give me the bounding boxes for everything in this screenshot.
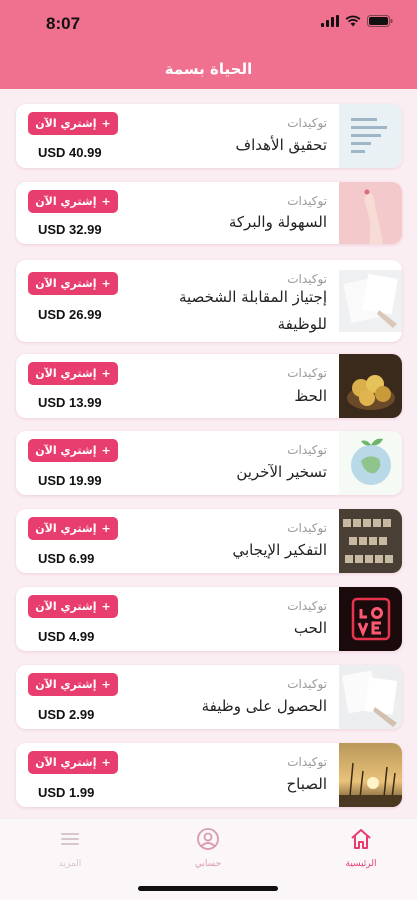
app-header: 8:07 الحياة بسمة <box>0 0 417 89</box>
buy-now-label: إشتري الآن <box>35 444 97 457</box>
plus-icon: + <box>101 367 111 380</box>
product-card[interactable]: توكيدات الحصول على وظيفة إشتري الآن + US… <box>16 665 402 729</box>
buy-now-button[interactable]: إشتري الآن + <box>28 595 118 618</box>
product-title: الحظ <box>294 387 327 405</box>
product-title: الحصول على وظيفة <box>201 697 327 715</box>
product-title: الحب <box>293 619 327 637</box>
product-price: USD 1.99 <box>38 785 95 800</box>
product-card[interactable]: توكيدات إجتياز المقابلة الشخصية للوظيفة … <box>16 260 402 342</box>
buy-now-button[interactable]: إشتري الآن + <box>28 751 118 774</box>
product-category: توكيدات <box>287 443 327 457</box>
product-thumbnail <box>339 665 402 729</box>
product-thumbnail <box>339 509 402 573</box>
product-category: توكيدات <box>287 366 327 380</box>
product-card[interactable]: توكيدات السهولة والبركة إشتري الآن + USD… <box>16 182 402 244</box>
product-card[interactable]: توكيدات الصباح إشتري الآن + USD 1.99 <box>16 743 402 807</box>
buy-now-button[interactable]: إشتري الآن + <box>28 112 118 135</box>
product-price: USD 32.99 <box>38 222 102 237</box>
product-category: توكيدات <box>287 755 327 769</box>
wifi-icon <box>345 15 361 27</box>
buy-now-label: إشتري الآن <box>35 678 97 691</box>
home-indicator <box>138 886 278 891</box>
product-thumbnail <box>339 104 402 168</box>
product-title: تحقيق الأهداف <box>235 136 327 154</box>
buy-now-label: إشتري الآن <box>35 522 97 535</box>
product-price: USD 40.99 <box>38 145 102 160</box>
product-card[interactable]: توكيدات تسخير الآخرين إشتري الآن + USD 1… <box>16 431 402 495</box>
tab-home[interactable]: الرئيسية <box>321 827 401 869</box>
plus-icon: + <box>101 444 111 457</box>
plus-icon: + <box>101 195 111 208</box>
tab-account-label: حسابي <box>194 859 222 869</box>
product-card[interactable]: توكيدات التفكير الإيجابي إشتري الآن + US… <box>16 509 402 573</box>
product-category: توكيدات <box>287 194 327 208</box>
plus-icon: + <box>101 117 111 130</box>
product-price: USD 2.99 <box>38 707 95 722</box>
product-category: توكيدات <box>287 521 327 535</box>
buy-now-label: إشتري الآن <box>35 117 97 130</box>
product-thumbnail <box>339 587 402 651</box>
buy-now-button[interactable]: إشتري الآن + <box>28 190 118 213</box>
buy-now-label: إشتري الآن <box>35 195 97 208</box>
product-card[interactable]: توكيدات الحظ إشتري الآن + USD 13.99 <box>16 354 402 418</box>
buy-now-button[interactable]: إشتري الآن + <box>28 362 118 385</box>
product-title: إجتياز المقابلة الشخصية للوظيفة <box>179 288 327 333</box>
battery-icon <box>367 15 393 27</box>
buy-now-button[interactable]: إشتري الآن + <box>28 673 118 696</box>
buy-now-label: إشتري الآن <box>35 756 97 769</box>
product-category: توكيدات <box>287 677 327 691</box>
product-price: USD 4.99 <box>38 629 95 644</box>
tab-more-label: المزيد <box>58 859 82 869</box>
plus-icon: + <box>101 600 111 613</box>
product-thumbnail <box>339 182 402 244</box>
user-icon <box>197 828 219 850</box>
buy-now-button[interactable]: إشتري الآن + <box>28 272 118 295</box>
page-title: الحياة بسمة <box>164 60 253 78</box>
product-title: تسخير الآخرين <box>236 463 327 481</box>
tab-more[interactable]: المزيد <box>30 827 110 869</box>
product-price: USD 6.99 <box>38 551 95 566</box>
plus-icon: + <box>101 678 111 691</box>
buy-now-label: إشتري الآن <box>35 367 97 380</box>
home-icon <box>351 829 371 849</box>
tab-account[interactable]: حسابي <box>168 827 248 869</box>
product-category: توكيدات <box>287 599 327 613</box>
signal-icon <box>321 15 339 27</box>
buy-now-button[interactable]: إشتري الآن + <box>28 517 118 540</box>
buy-now-label: إشتري الآن <box>35 600 97 613</box>
product-thumbnail <box>339 431 402 495</box>
product-title: السهولة والبركة <box>228 213 327 231</box>
product-price: USD 19.99 <box>38 473 102 488</box>
product-title: التفكير الإيجابي <box>232 541 327 559</box>
product-price: USD 13.99 <box>38 395 102 410</box>
product-card[interactable]: توكيدات الحب إشتري الآن + USD 4.99 <box>16 587 402 651</box>
product-thumbnail <box>339 354 402 418</box>
buy-now-label: إشتري الآن <box>35 277 97 290</box>
product-thumbnail <box>339 270 402 332</box>
tab-home-label: الرئيسية <box>345 859 377 869</box>
product-category: توكيدات <box>287 116 327 130</box>
plus-icon: + <box>101 277 111 290</box>
product-price: USD 26.99 <box>38 307 102 322</box>
status-bar: 8:07 <box>0 0 417 44</box>
buy-now-button[interactable]: إشتري الآن + <box>28 439 118 462</box>
menu-icon <box>61 833 79 845</box>
status-time: 8:07 <box>46 14 81 33</box>
product-title: الصباح <box>286 775 327 793</box>
plus-icon: + <box>101 756 111 769</box>
plus-icon: + <box>101 522 111 535</box>
product-thumbnail <box>339 743 402 807</box>
product-card[interactable]: توكيدات تحقيق الأهداف إشتري الآن + USD 4… <box>16 104 402 168</box>
